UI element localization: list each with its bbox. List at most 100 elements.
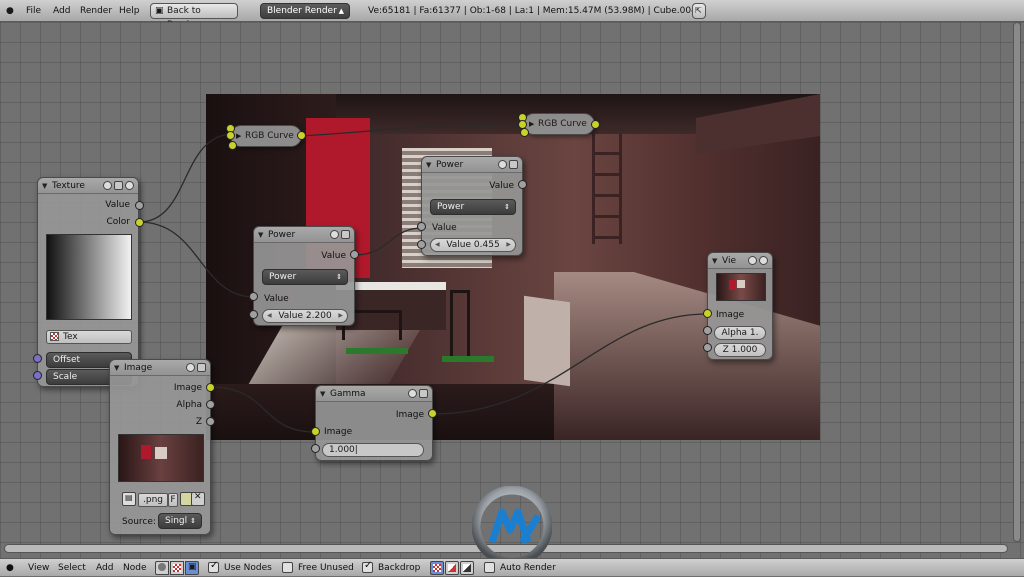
texture-offset-input-socket[interactable] bbox=[33, 354, 42, 363]
rgb-curve-2-output-socket[interactable] bbox=[591, 120, 600, 129]
viewer-alpha-input-socket[interactable] bbox=[703, 326, 712, 335]
plus-icon[interactable] bbox=[748, 256, 757, 265]
menu-render[interactable]: Render bbox=[80, 0, 112, 22]
use-nodes-checkbox[interactable] bbox=[208, 560, 219, 573]
viewer-z-field[interactable]: Z 1.000 bbox=[714, 343, 766, 357]
image-file-name-field[interactable]: .png bbox=[138, 493, 168, 507]
backdrop-channel-button[interactable] bbox=[460, 561, 474, 575]
rgb-curve-node-2[interactable]: ▶ RGB Curve bbox=[523, 113, 595, 135]
gamma-node[interactable]: ▼ Gamma Image Image 1.000| bbox=[315, 385, 433, 461]
free-unused-checkbox[interactable] bbox=[282, 562, 293, 573]
power-node-left[interactable]: ▼ Power Value Power ⇕ Value ◀ Value 2.20… bbox=[253, 226, 355, 326]
render-engine-dropdown[interactable]: Blender Render ▲ bbox=[260, 3, 350, 19]
backdrop-checkbox[interactable] bbox=[362, 560, 373, 573]
image-fake-user-button[interactable]: F bbox=[168, 493, 178, 507]
menu-select[interactable]: Select bbox=[58, 559, 86, 577]
menu-file[interactable]: File bbox=[26, 0, 41, 22]
backdrop-color-button[interactable] bbox=[430, 561, 444, 575]
viewer-alpha-field[interactable]: Alpha 1. bbox=[714, 326, 766, 340]
texture-select-field[interactable]: Tex bbox=[46, 330, 132, 344]
right-arrow-icon[interactable]: ▶ bbox=[338, 310, 343, 322]
viewer-z-input-socket[interactable] bbox=[703, 343, 712, 352]
rgb-curve-node-1[interactable]: ▶ RGB Curve bbox=[230, 125, 302, 147]
rgb-curve-1-input-socket[interactable] bbox=[228, 141, 237, 150]
rgb-curve-1-input-socket[interactable] bbox=[226, 131, 235, 140]
image-z-output-socket[interactable] bbox=[206, 417, 215, 426]
image-browse-button[interactable]: ▤ bbox=[122, 492, 136, 506]
image-alpha-output-socket[interactable] bbox=[206, 400, 215, 409]
auto-render-checkbox[interactable] bbox=[484, 562, 495, 573]
power-node-right[interactable]: ▼ Power Value Power ⇕ Value ◀ Value 0.45… bbox=[421, 156, 523, 256]
menu-add[interactable]: Add bbox=[96, 559, 113, 577]
menu-node[interactable]: Node bbox=[123, 559, 147, 577]
plus-icon[interactable] bbox=[408, 389, 417, 398]
texture-node[interactable]: ▼ Texture Value Color Tex Offset Scale bbox=[37, 177, 139, 387]
power-value-slider[interactable]: ◀ Value 0.455 ▶ bbox=[430, 238, 516, 252]
rgb-curve-2-input-socket[interactable] bbox=[520, 128, 529, 137]
menu-add[interactable]: Add bbox=[53, 0, 70, 22]
editor-type-icon[interactable]: ● bbox=[6, 0, 14, 22]
viewer-image-input-socket[interactable] bbox=[703, 309, 712, 318]
node-options-icon[interactable] bbox=[114, 181, 123, 190]
left-arrow-icon[interactable]: ◀ bbox=[435, 239, 440, 251]
collapse-triangle-icon[interactable]: ▼ bbox=[320, 386, 325, 402]
power-value2-input-socket[interactable] bbox=[417, 240, 426, 249]
gamma-node-header[interactable]: ▼ Gamma bbox=[316, 386, 432, 402]
power-value-output-socket[interactable] bbox=[350, 250, 359, 259]
collapse-triangle-icon[interactable]: ▼ bbox=[426, 157, 431, 173]
right-arrow-icon[interactable]: ▶ bbox=[506, 239, 511, 251]
power-value-output-socket[interactable] bbox=[518, 180, 527, 189]
preview-sphere-icon[interactable] bbox=[759, 256, 768, 265]
texture-color-output-socket[interactable] bbox=[135, 218, 144, 227]
plus-icon[interactable] bbox=[498, 160, 507, 169]
viewer-node-header[interactable]: ▼ Vie bbox=[708, 253, 772, 269]
left-arrow-icon[interactable]: ◀ bbox=[267, 310, 272, 322]
viewer-node[interactable]: ▼ Vie Image Alpha 1. Z 1.000 bbox=[707, 252, 773, 360]
collapse-triangle-icon[interactable]: ▼ bbox=[42, 178, 47, 194]
power-value-slider[interactable]: ◀ Value 2.200 ▶ bbox=[262, 309, 348, 323]
power-value2-input-socket[interactable] bbox=[249, 310, 258, 319]
fullscreen-toggle-button[interactable]: ⇱ bbox=[692, 3, 706, 19]
preview-sphere-icon[interactable] bbox=[125, 181, 134, 190]
image-node[interactable]: ▼ Image Image Alpha Z ▤ .png F ✕ Source:… bbox=[109, 359, 211, 535]
image-unlink-button[interactable]: ✕ bbox=[191, 492, 205, 506]
rgb-curve-1-output-socket[interactable] bbox=[297, 131, 306, 140]
collapse-triangle-icon[interactable]: ▼ bbox=[114, 360, 119, 376]
vertical-scrollbar[interactable] bbox=[1013, 22, 1021, 542]
expand-triangle-icon[interactable]: ▶ bbox=[529, 114, 534, 134]
node-options-icon[interactable] bbox=[197, 363, 206, 372]
node-options-icon[interactable] bbox=[341, 230, 350, 239]
plus-icon[interactable] bbox=[186, 363, 195, 372]
texture-scale-input-socket[interactable] bbox=[33, 371, 42, 380]
gamma-image-output-socket[interactable] bbox=[428, 409, 437, 418]
plus-icon[interactable] bbox=[103, 181, 112, 190]
node-options-icon[interactable] bbox=[419, 389, 428, 398]
power-operation-dropdown[interactable]: Power ⇕ bbox=[430, 199, 516, 215]
menu-view[interactable]: View bbox=[28, 559, 49, 577]
texture-node-header[interactable]: ▼ Texture bbox=[38, 178, 138, 194]
gamma-gamma-input-socket[interactable] bbox=[311, 444, 320, 453]
image-node-header[interactable]: ▼ Image bbox=[110, 360, 210, 376]
collapse-triangle-icon[interactable]: ▼ bbox=[258, 227, 263, 243]
power-node-header[interactable]: ▼ Power bbox=[422, 157, 522, 173]
backdrop-alpha-button[interactable] bbox=[445, 561, 459, 575]
compositing-nodes-button[interactable]: ▣ bbox=[185, 561, 199, 575]
image-image-output-socket[interactable] bbox=[206, 383, 215, 392]
power-value-input-socket[interactable] bbox=[249, 292, 258, 301]
material-nodes-button[interactable] bbox=[155, 561, 169, 575]
texture-value-output-socket[interactable] bbox=[135, 201, 144, 210]
gamma-image-input-socket[interactable] bbox=[311, 427, 320, 436]
image-source-dropdown[interactable]: Singl ⇕ bbox=[158, 513, 202, 529]
plus-icon[interactable] bbox=[330, 230, 339, 239]
power-operation-dropdown[interactable]: Power ⇕ bbox=[262, 269, 348, 285]
menu-help[interactable]: Help bbox=[119, 0, 140, 22]
power-value-input-socket[interactable] bbox=[417, 222, 426, 231]
collapse-triangle-icon[interactable]: ▼ bbox=[712, 253, 717, 269]
gamma-value-field[interactable]: 1.000| bbox=[322, 443, 424, 457]
texture-nodes-button[interactable] bbox=[170, 561, 184, 575]
back-to-previous-button[interactable]: ▣ Back to Previous bbox=[150, 3, 238, 30]
editor-type-icon[interactable]: ● bbox=[6, 559, 14, 577]
power-node-header[interactable]: ▼ Power bbox=[254, 227, 354, 243]
expand-triangle-icon[interactable]: ▶ bbox=[236, 126, 241, 146]
node-options-icon[interactable] bbox=[509, 160, 518, 169]
